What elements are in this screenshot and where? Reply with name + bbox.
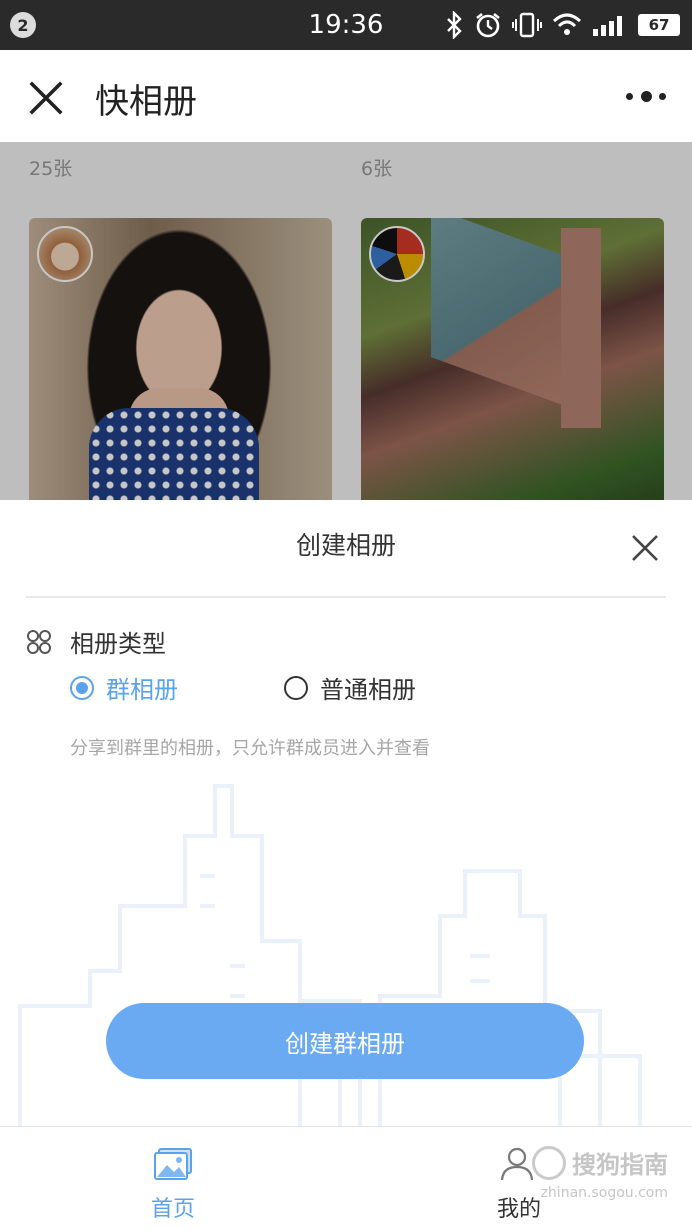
watermark-brand: 搜狗指南 <box>572 1151 668 1179</box>
battery-icon: 67 <box>638 14 680 36</box>
close-icon[interactable] <box>630 533 660 563</box>
create-group-album-button[interactable]: 创建群相册 <box>106 1003 584 1079</box>
status-bar: 2 19:36 67 <box>0 0 692 50</box>
album-type-icon <box>27 630 51 654</box>
bluetooth-icon <box>447 11 462 39</box>
tab-bar: 首页 我的 搜狗指南 zhinan.sogou.com <box>0 1126 692 1230</box>
watermark-url: zhinan.sogou.com <box>540 1185 668 1201</box>
album-type-label: 相册类型 <box>70 630 166 658</box>
radio-label: 普通相册 <box>320 676 416 704</box>
signal-icon <box>593 16 622 36</box>
app-header: 快相册 <box>0 50 692 142</box>
modal-overlay[interactable] <box>0 142 692 500</box>
album-type-hint: 分享到群里的相册，只允许群成员进入并查看 <box>70 738 430 759</box>
page-title: 快相册 <box>95 82 197 122</box>
radio-selected-icon <box>70 675 94 700</box>
radio-group-album[interactable]: 群相册 <box>70 670 178 705</box>
create-album-sheet: 创建相册 相册类型 群相册 普通相册 分享到群里的相册，只允许群成员进入并查看 … <box>0 500 692 1126</box>
photo-icon <box>154 1148 192 1180</box>
close-icon[interactable] <box>26 78 66 118</box>
status-icons: 67 <box>444 0 680 50</box>
sheet-title: 创建相册 <box>295 531 396 560</box>
wifi-icon <box>552 13 582 35</box>
alarm-icon <box>476 12 500 38</box>
radio-label: 群相册 <box>106 676 178 704</box>
radio-unselected-icon <box>284 675 308 700</box>
vibrate-icon <box>512 12 542 38</box>
radio-normal-album[interactable]: 普通相册 <box>284 670 416 705</box>
watermark: 搜狗指南 <box>532 1145 668 1180</box>
tab-home[interactable]: 首页 <box>0 1127 346 1230</box>
sogou-logo-icon <box>532 1145 566 1180</box>
divider <box>26 596 666 598</box>
more-icon[interactable] <box>626 84 666 108</box>
tab-home-label: 首页 <box>150 1197 195 1222</box>
